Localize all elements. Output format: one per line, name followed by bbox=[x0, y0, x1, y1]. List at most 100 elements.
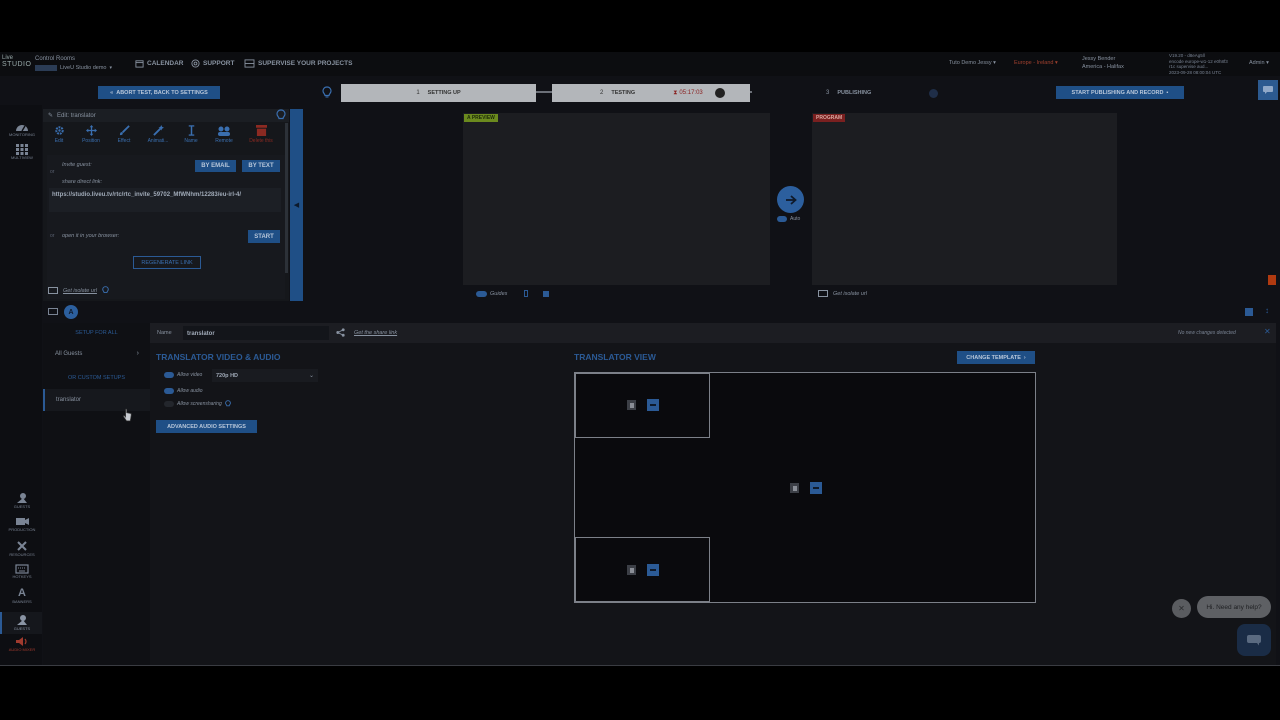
tool-effect[interactable]: Effect bbox=[107, 125, 141, 151]
avatar[interactable]: A bbox=[64, 305, 78, 319]
tool-edit[interactable]: Edit bbox=[43, 125, 75, 151]
resolution-select[interactable]: 720p HD ⌄ bbox=[212, 369, 318, 382]
chat-launcher[interactable] bbox=[1237, 624, 1271, 656]
nav-monitoring[interactable]: MONITORING bbox=[4, 121, 40, 141]
allow-screensharing-toggle[interactable]: Allow screensharing bbox=[164, 400, 231, 408]
slot-bottom-delete-icon[interactable] bbox=[627, 565, 636, 575]
start-publishing-button[interactable]: START PUBLISHING AND RECORD ▪ bbox=[1056, 86, 1184, 99]
transition-button[interactable] bbox=[777, 186, 804, 213]
name-input[interactable]: translator bbox=[183, 326, 329, 340]
mobile-icon[interactable] bbox=[524, 290, 529, 297]
tool-remote[interactable]: Remote bbox=[207, 125, 241, 151]
resize-icon[interactable]: ↕ bbox=[1265, 306, 1269, 315]
slot-top-delete-icon[interactable] bbox=[627, 400, 636, 410]
abort-label: ABORT TEST, BACK TO SETTINGS bbox=[116, 89, 208, 96]
by-email-button[interactable]: BY EMAIL bbox=[195, 160, 236, 172]
chat-side-button[interactable] bbox=[1258, 80, 1278, 100]
nav-support-label: SUPPORT bbox=[203, 60, 235, 67]
all-guests-item[interactable]: All Guests › bbox=[55, 350, 139, 357]
tool-position[interactable]: Position bbox=[75, 125, 107, 151]
by-text-button[interactable]: BY TEXT bbox=[242, 160, 280, 172]
user-info[interactable]: Jessy Bender America - Halifax bbox=[1082, 55, 1124, 71]
nav-multiview[interactable]: MULTIVIEW bbox=[4, 144, 40, 164]
advanced-audio-button[interactable]: ADVANCED AUDIO SETTINGS bbox=[156, 420, 257, 433]
nav-guests-active[interactable]: GUESTS bbox=[0, 612, 42, 634]
close-icon[interactable]: ✕ bbox=[1264, 327, 1271, 336]
custom-setup-item[interactable]: translator bbox=[43, 389, 150, 411]
step-setting-up[interactable]: 1 SETTING UP bbox=[341, 84, 536, 102]
start-button[interactable]: START bbox=[248, 230, 280, 243]
allow-audio-toggle[interactable]: Allow audio bbox=[164, 388, 203, 394]
program-monitor[interactable] bbox=[812, 113, 1117, 285]
share-icon[interactable] bbox=[336, 328, 345, 337]
share-link-label[interactable]: Get the share link bbox=[354, 330, 397, 336]
nav-guests-top[interactable]: GUESTS bbox=[4, 492, 40, 512]
isolate-url-link[interactable]: Get isolate url bbox=[48, 286, 109, 295]
nav-banners[interactable]: A BANNERS bbox=[4, 588, 40, 608]
tool-name[interactable]: Name bbox=[175, 125, 207, 151]
panel-scrollbar[interactable] bbox=[285, 123, 288, 273]
preview-guides-toggle[interactable]: Guides bbox=[476, 290, 550, 297]
collapse-arrow-icon: ◀ bbox=[293, 202, 300, 209]
layout-slot-top[interactable] bbox=[575, 373, 710, 438]
project-selector[interactable]: Tuto Demo Jessy ▾ bbox=[949, 60, 996, 66]
studio-selector[interactable]: LiveU Studio demo ▾ bbox=[35, 65, 112, 71]
edit-help-bulb-icon[interactable] bbox=[276, 109, 286, 122]
collapse-panel-handle[interactable]: ◀ bbox=[290, 109, 303, 301]
nav-calendar-label: CALENDAR bbox=[147, 60, 184, 67]
keyboard-toggle-icon[interactable] bbox=[48, 308, 58, 315]
name-input-value: translator bbox=[187, 331, 215, 337]
layout-slot-bottom[interactable] bbox=[575, 537, 710, 602]
window-icon[interactable] bbox=[1245, 308, 1253, 316]
nav-calendar[interactable]: CALENDAR bbox=[135, 59, 183, 68]
camera-icon bbox=[15, 518, 29, 525]
nav-production[interactable]: PRODUCTION bbox=[4, 516, 40, 536]
slot-main-delete-icon[interactable] bbox=[790, 483, 799, 493]
chat-dismiss-button[interactable]: ✕ bbox=[1172, 599, 1191, 618]
nav-resources[interactable]: RESOURCES bbox=[4, 540, 40, 560]
alert-indicator[interactable] bbox=[1268, 275, 1276, 285]
nav-support[interactable]: SUPPORT bbox=[191, 59, 234, 68]
minus-icon bbox=[813, 487, 819, 489]
change-template-button[interactable]: CHANGE TEMPLATE › bbox=[957, 351, 1035, 364]
edit-pencil-icon: ✎ bbox=[48, 113, 54, 119]
arrow-left-icon: « bbox=[110, 89, 114, 96]
nav-audio-mixer[interactable]: AUDIO MIXER bbox=[4, 636, 40, 656]
invite-link-field[interactable]: https://studio.liveu.tv/rtc/rtc_invite_5… bbox=[49, 188, 281, 212]
auto-toggle[interactable]: Auto bbox=[777, 216, 800, 222]
step-publishing[interactable]: 3 PUBLISHING bbox=[756, 84, 956, 102]
chevron-down-icon: ▾ bbox=[109, 65, 112, 71]
region-selector[interactable]: Europe - Ireland ▾ bbox=[1014, 60, 1058, 66]
slot-bottom-minus-icon[interactable] bbox=[647, 564, 659, 576]
slot-top-minus-icon[interactable] bbox=[647, 399, 659, 411]
preview-monitor[interactable] bbox=[463, 113, 770, 285]
app-logo[interactable]: Live STUDIO bbox=[2, 55, 32, 73]
step-testing[interactable]: 2 TESTING ⧗ 05:17:03 bbox=[552, 84, 750, 102]
bulb-icon bbox=[102, 286, 109, 294]
regenerate-link-button[interactable]: REGENERATE LINK bbox=[133, 256, 201, 269]
step-3-num: 3 bbox=[826, 90, 830, 96]
start-publishing-label: START PUBLISHING AND RECORD bbox=[1071, 89, 1164, 96]
chevron-right-icon: › bbox=[136, 350, 139, 357]
layers-icon[interactable] bbox=[543, 290, 550, 297]
minus-icon bbox=[650, 569, 656, 571]
step-2-num: 2 bbox=[600, 90, 604, 96]
role-selector[interactable]: Admin ▾ bbox=[1249, 60, 1269, 66]
tool-name-label: Name bbox=[184, 138, 198, 144]
step-2-status-icon bbox=[714, 88, 725, 98]
program-isolate-link[interactable]: Get isolate url bbox=[818, 290, 867, 298]
supervise-icon bbox=[244, 59, 255, 68]
nav-hotkeys[interactable]: HOTKEYS bbox=[4, 564, 40, 584]
allow-video-toggle[interactable]: Allow video bbox=[164, 372, 202, 378]
lightbulb-icon[interactable] bbox=[322, 86, 332, 99]
abort-test-button[interactable]: « ABORT TEST, BACK TO SETTINGS bbox=[98, 86, 220, 99]
tool-remote-label: Remote bbox=[215, 138, 233, 144]
nav-supervise[interactable]: SUPERVISE YOUR PROJECTS bbox=[244, 59, 352, 68]
edit-toolbar: Edit Position Effect Animati... Name Rem… bbox=[43, 125, 289, 151]
custom-setups-label: OR CUSTOM SETUPS bbox=[67, 375, 126, 381]
tool-animation[interactable]: Animati... bbox=[141, 125, 175, 151]
tool-delete[interactable]: Delete this bbox=[241, 125, 281, 151]
timer-icon: ⧗ bbox=[673, 89, 678, 96]
slot-main-minus-icon[interactable] bbox=[810, 482, 822, 494]
chat-bubble[interactable]: Hi. Need any help? bbox=[1197, 596, 1271, 618]
